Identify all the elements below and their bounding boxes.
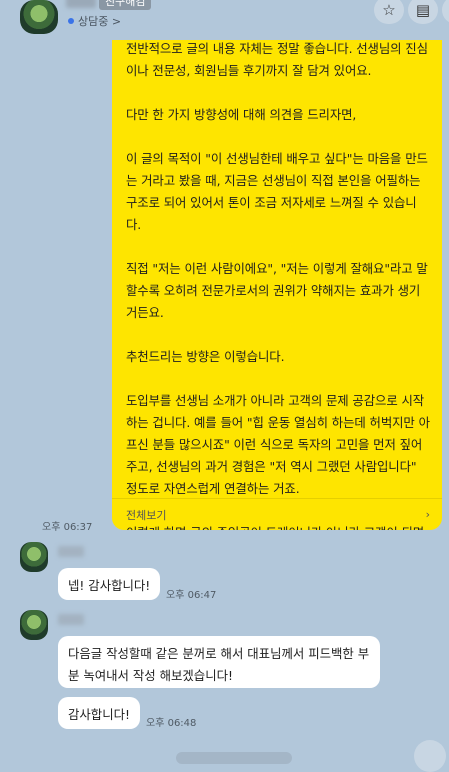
message-paragraph: 이 글의 목적이 "이 선생님한테 배우고 싶다"는 마음을 만드는 거라고 봤…	[126, 151, 428, 232]
incoming-message-bubble: 넵! 감사합니다!	[58, 568, 161, 600]
scroll-down-button[interactable]	[414, 740, 446, 772]
message-paragraph: 도입부를 선생님 소개가 아니라 고객의 문제 공감으로 시작하는 겁니다. 예…	[126, 393, 430, 496]
new-message-indicator[interactable]	[176, 752, 292, 764]
message-paragraph: 다만 한 가지 방향성에 대해 의견을 드리자면,	[126, 107, 357, 122]
profile-avatar[interactable]	[20, 0, 58, 34]
status-indicator[interactable]: 상담중 >	[68, 13, 121, 29]
sender-name-blurred	[58, 614, 84, 625]
sender-name-blurred	[58, 546, 84, 557]
more-icon[interactable]: ⋯	[442, 0, 449, 24]
friend-badge: 친구해김	[99, 0, 152, 10]
view-all-label: 전체보기	[126, 508, 167, 522]
message-paragraph: 직접 "저는 이런 사람이에요", "저는 이렇게 잘해요"라고 말할수록 오히…	[126, 261, 428, 320]
message-paragraph: 추천드리는 방향은 이렇습니다.	[126, 349, 285, 364]
view-all-button[interactable]: 전체보기 ›	[112, 498, 442, 530]
incoming-message-bubble: 다음글 작성할때 같은 분꺼로 해서 대표님께서 피드백한 부분 녹여내서 작성…	[58, 636, 380, 688]
chat-title-blurred	[66, 0, 96, 8]
status-dot-icon	[68, 18, 74, 24]
menu-icon[interactable]: ▤	[408, 0, 438, 24]
chat-header: 친구해김 상담중 > ☆ ▤ ⋯	[0, 0, 449, 40]
sender-avatar[interactable]	[20, 610, 48, 640]
favorite-star-icon[interactable]: ☆	[374, 0, 404, 24]
long-message-bubble: 전반적으로 글의 내용 자체는 정말 좋습니다. 선생님의 진심이나 전문성, …	[112, 26, 442, 530]
message-time: 오후 06:48	[146, 718, 197, 729]
message-paragraph: 전반적으로 글의 내용 자체는 정말 좋습니다. 선생님의 진심이나 전문성, …	[126, 41, 428, 78]
incoming-message-bubble: 감사합니다!	[58, 697, 140, 729]
message-time: 오후 06:37	[42, 522, 93, 533]
chevron-right-icon: ›	[425, 508, 430, 521]
status-label: 상담중 >	[78, 15, 122, 28]
message-time: 오후 06:47	[166, 590, 217, 601]
sender-avatar[interactable]	[20, 542, 48, 572]
